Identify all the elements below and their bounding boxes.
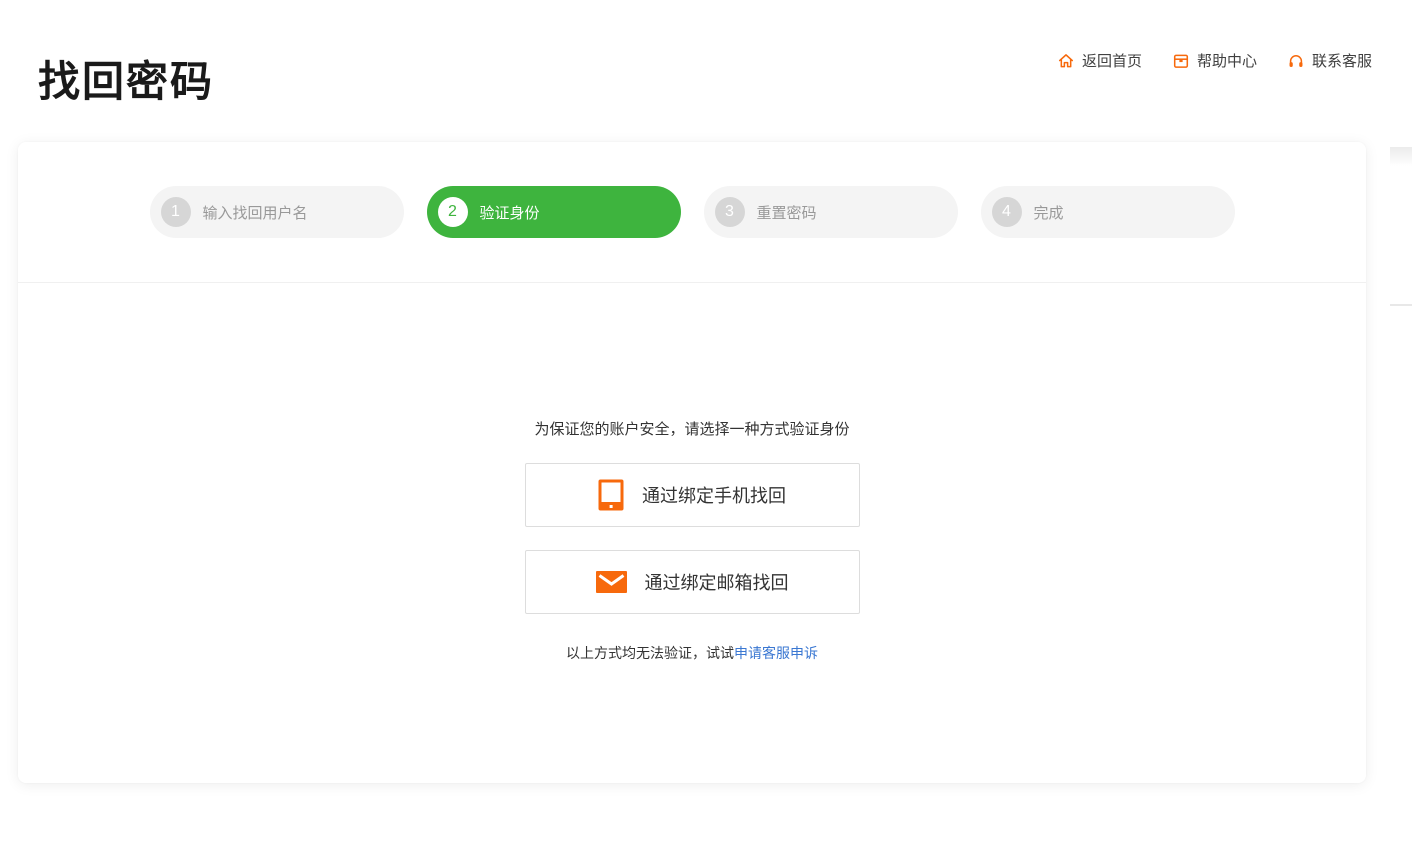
step-3-reset-password: 3 重置密码 bbox=[704, 186, 958, 238]
step-3-label: 重置密码 bbox=[757, 202, 817, 223]
step-2-label: 验证身份 bbox=[480, 202, 540, 223]
step-1-number: 1 bbox=[161, 197, 191, 227]
verify-content: 为保证您的账户安全，请选择一种方式验证身份 通过绑定手机找回 通过绑定邮箱找回 bbox=[18, 283, 1366, 663]
verify-by-phone-button[interactable]: 通过绑定手机找回 bbox=[525, 463, 860, 527]
edge-fragment-line bbox=[1390, 304, 1412, 306]
phone-icon bbox=[598, 479, 624, 511]
step-4-number: 4 bbox=[992, 197, 1022, 227]
help-center-icon bbox=[1172, 52, 1190, 70]
mail-icon bbox=[596, 571, 627, 593]
page-header: 找回密码 返回首页 帮助中心 bbox=[0, 0, 1412, 142]
top-links: 返回首页 帮助中心 联系客服 bbox=[1057, 50, 1372, 71]
step-4-complete: 4 完成 bbox=[981, 186, 1235, 238]
customer-service-appeal-link[interactable]: 申请客服申诉 bbox=[734, 645, 818, 661]
step-4-label: 完成 bbox=[1034, 202, 1064, 223]
page-title: 找回密码 bbox=[38, 48, 214, 109]
edge-fragment-top bbox=[1390, 147, 1412, 166]
step-1-enter-username: 1 输入找回用户名 bbox=[150, 186, 404, 238]
back-home-label: 返回首页 bbox=[1082, 50, 1142, 71]
step-3-number: 3 bbox=[715, 197, 745, 227]
verify-by-email-label: 通过绑定邮箱找回 bbox=[645, 569, 789, 595]
step-1-label: 输入找回用户名 bbox=[203, 202, 308, 223]
step-2-verify-identity: 2 验证身份 bbox=[427, 186, 681, 238]
contact-service-label: 联系客服 bbox=[1312, 50, 1372, 71]
help-center-link[interactable]: 帮助中心 bbox=[1172, 50, 1257, 71]
step-2-number: 2 bbox=[438, 197, 468, 227]
instruction-text: 为保证您的账户安全，请选择一种方式验证身份 bbox=[534, 418, 849, 439]
home-icon bbox=[1057, 52, 1075, 70]
back-home-link[interactable]: 返回首页 bbox=[1057, 50, 1142, 71]
fallback-row: 以上方式均无法验证，试试申请客服申诉 bbox=[566, 643, 818, 663]
verify-by-email-button[interactable]: 通过绑定邮箱找回 bbox=[525, 550, 860, 614]
fallback-text: 以上方式均无法验证，试试 bbox=[566, 645, 734, 661]
verify-by-phone-label: 通过绑定手机找回 bbox=[642, 482, 786, 508]
contact-service-link[interactable]: 联系客服 bbox=[1287, 50, 1372, 71]
password-recovery-card: 1 输入找回用户名 2 验证身份 3 重置密码 4 完成 为保证您的账户安全，请… bbox=[18, 142, 1366, 783]
headset-icon bbox=[1287, 52, 1305, 70]
stepper: 1 输入找回用户名 2 验证身份 3 重置密码 4 完成 bbox=[18, 142, 1366, 283]
help-center-label: 帮助中心 bbox=[1197, 50, 1257, 71]
